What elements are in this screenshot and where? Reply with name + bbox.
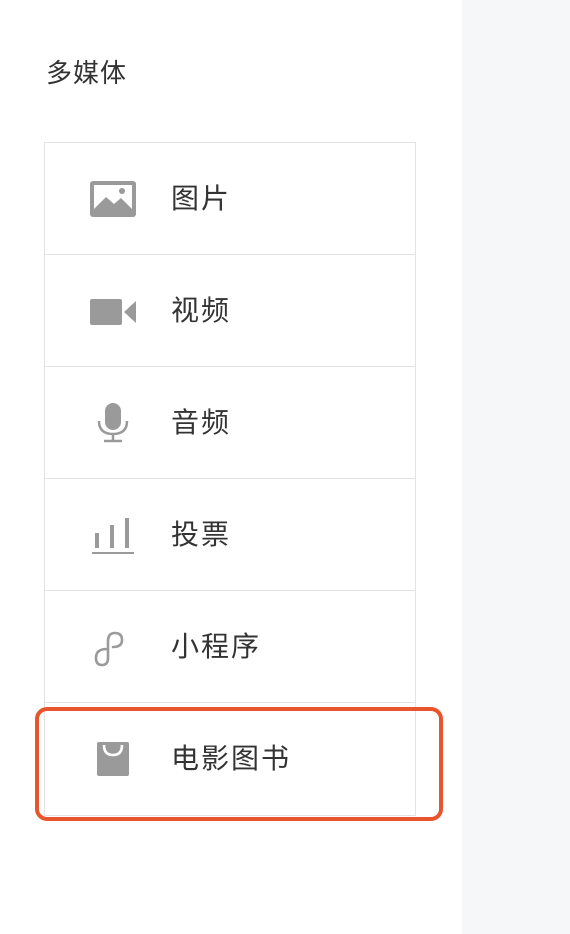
media-item-label: 投票: [171, 518, 232, 551]
shopping-bag-icon: [89, 739, 137, 779]
media-panel: 多媒体 图片 视频 音频 投票 小程序 电影图书: [0, 0, 462, 934]
media-item-movie-books[interactable]: 电影图书: [45, 703, 415, 815]
media-item-mini-program[interactable]: 小程序: [45, 591, 415, 703]
media-item-audio[interactable]: 音频: [45, 367, 415, 479]
media-item-image[interactable]: 图片: [45, 143, 415, 255]
content-area: [462, 0, 570, 934]
media-item-label: 音频: [171, 406, 232, 439]
vote-chart-icon: [89, 515, 137, 555]
media-item-label: 小程序: [171, 630, 262, 663]
section-title: 多媒体: [46, 59, 128, 89]
image-icon: [89, 179, 137, 219]
mini-program-icon: [89, 627, 137, 667]
video-camera-icon: [89, 291, 137, 331]
media-item-video[interactable]: 视频: [45, 255, 415, 367]
media-item-vote[interactable]: 投票: [45, 479, 415, 591]
media-list: 图片 视频 音频 投票 小程序 电影图书: [44, 142, 416, 816]
media-item-label: 视频: [171, 294, 232, 327]
microphone-icon: [89, 403, 137, 443]
media-item-label: 图片: [171, 182, 232, 215]
media-item-label: 电影图书: [171, 742, 292, 775]
